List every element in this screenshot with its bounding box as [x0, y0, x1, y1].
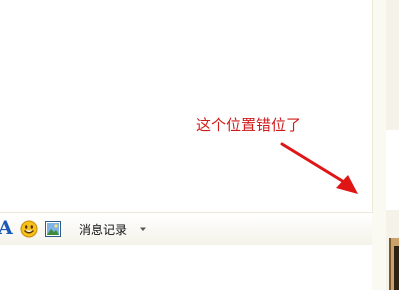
- smiley-icon[interactable]: [20, 220, 38, 238]
- message-input-area[interactable]: [0, 245, 372, 290]
- right-panel-image-thumbnail: [389, 238, 399, 290]
- font-icon[interactable]: A: [0, 217, 13, 239]
- message-history-button[interactable]: 消息记录: [79, 221, 127, 239]
- right-panel-white-strip: [386, 130, 399, 210]
- image-icon[interactable]: [45, 221, 61, 237]
- dropdown-arrow-icon[interactable]: [139, 225, 147, 233]
- annotation-text: 这个位置错位了: [196, 116, 302, 134]
- annotation-arrow: [280, 142, 358, 194]
- chat-window-screenshot: A 消息记录 这个位置错位了: [0, 0, 399, 290]
